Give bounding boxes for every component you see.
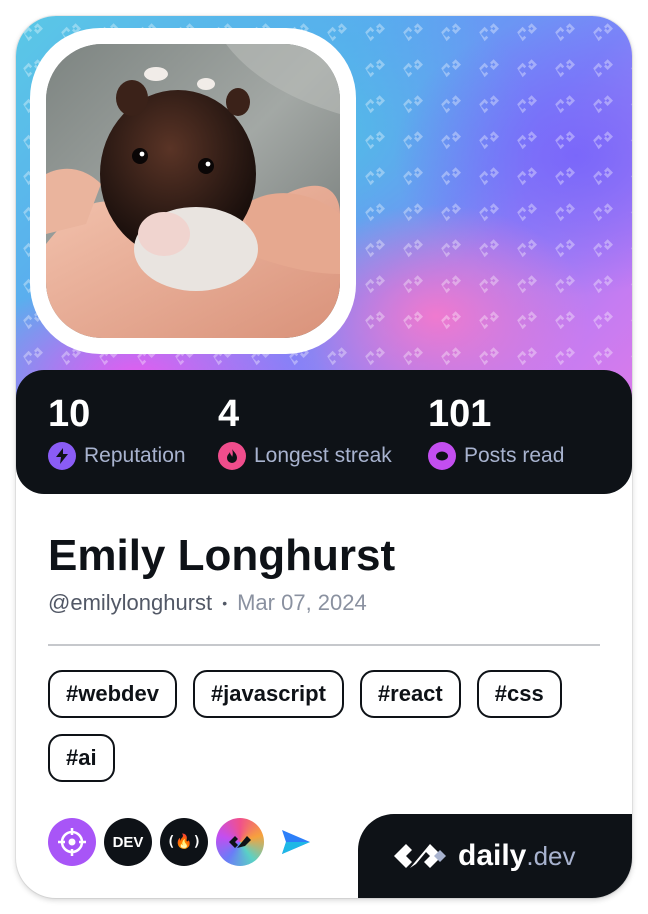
crosshair-icon[interactable] [48, 818, 96, 866]
brand-word: daily [458, 839, 527, 872]
dailydev-brand: daily.dev [358, 814, 632, 898]
stat-streak: 4 Longest streak [218, 392, 392, 470]
eye-ring-icon [428, 442, 456, 470]
stat-label: Posts read [464, 444, 565, 467]
tag-react[interactable]: #react [359, 670, 461, 718]
avatar[interactable] [46, 44, 340, 338]
profile-info: Emily Longhurst @emilylonghurst • Mar 07… [48, 528, 608, 782]
source-list: DEV (🔥) [48, 818, 320, 866]
divider [48, 644, 600, 646]
lightning-icon [48, 442, 76, 470]
dailydev-gradient-icon[interactable] [216, 818, 264, 866]
brand-tld: .dev [526, 841, 576, 871]
stat-posts-read: 101 Posts read [428, 392, 564, 470]
stats-bar: 10 Reputation 4 Longest streak 101 Posts… [16, 370, 632, 494]
freecodecamp-label: (🔥) [166, 834, 202, 850]
profile-name: Emily Longhurst [48, 531, 396, 580]
stat-value: 4 [218, 393, 240, 435]
dailydev-logo-icon [394, 844, 446, 868]
stat-label: Reputation [84, 444, 186, 467]
flame-icon [218, 442, 246, 470]
dev-logo-icon[interactable]: DEV [104, 818, 152, 866]
devcard: 10 Reputation 4 Longest streak 101 Posts… [16, 16, 632, 898]
tag-ai[interactable]: #ai [48, 734, 115, 782]
tag-webdev[interactable]: #webdev [48, 670, 177, 718]
profile-meta: @emilylonghurst • Mar 07, 2024 [48, 590, 608, 616]
stat-label: Longest streak [254, 444, 392, 467]
hamster-photo [46, 44, 340, 338]
paper-plane-icon[interactable] [272, 818, 320, 866]
avatar-frame [30, 28, 356, 354]
stat-value: 10 [48, 393, 91, 435]
meta-separator: • [222, 595, 228, 611]
brand-name: daily.dev [458, 839, 576, 873]
dev-logo-label: DEV [112, 833, 144, 851]
stat-reputation: 10 Reputation [48, 392, 186, 470]
freecodecamp-icon[interactable]: (🔥) [160, 818, 208, 866]
stat-value: 101 [428, 393, 492, 435]
tag-css[interactable]: #css [476, 670, 562, 718]
profile-handle[interactable]: @emilylonghurst [48, 590, 212, 616]
tag-list: #webdev #javascript #react #css #ai [48, 670, 608, 782]
tag-javascript[interactable]: #javascript [192, 670, 344, 718]
joined-date: Mar 07, 2024 [237, 590, 367, 615]
